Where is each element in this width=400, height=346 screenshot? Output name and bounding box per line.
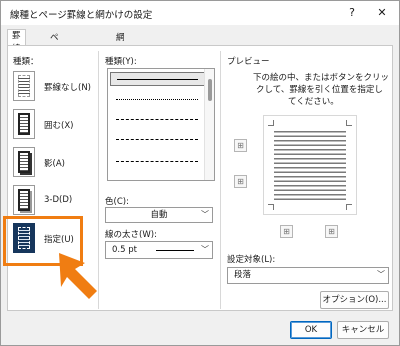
apply-to-select[interactable]: 段落 ﹀ <box>227 267 389 284</box>
box-border-icon[interactable] <box>13 109 35 139</box>
line-style-dashed[interactable] <box>116 119 198 120</box>
tab-borders[interactable]: 罫線 <box>7 29 26 54</box>
preview-instruction-2: クして、罫線を引く位置を指定し <box>256 85 383 95</box>
width-label: 線の太さ(W): <box>105 230 157 240</box>
line-style-dash-dot[interactable] <box>116 139 198 140</box>
left-border-button[interactable]: ⊞ <box>280 225 293 238</box>
tab-page-border[interactable]: ページ罫線 <box>45 31 64 95</box>
setting-shadow-label[interactable]: 影(A) <box>44 157 65 169</box>
preview-instruction-3: てください。 <box>288 97 339 107</box>
width-value: 0.5 pt <box>112 245 137 255</box>
style-heading: 種類(Y): <box>105 57 137 67</box>
right-border-button[interactable]: ⊞ <box>325 225 338 238</box>
chevron-down-icon: ﹀ <box>377 270 385 279</box>
shadow-border-icon[interactable] <box>13 147 35 177</box>
corner-mark <box>346 204 352 210</box>
line-style-dotted[interactable] <box>116 99 198 100</box>
preview-text-lines <box>274 128 346 202</box>
setting-box-label[interactable]: 囲む(X) <box>44 119 73 131</box>
options-button[interactable]: オプション(O)... <box>320 291 389 309</box>
color-label: 色(C): <box>105 197 129 207</box>
no-border-icon[interactable] <box>13 71 35 101</box>
corner-mark <box>268 204 274 210</box>
apply-to-value: 段落 <box>234 270 252 280</box>
color-select[interactable]: 自動 ﹀ <box>105 207 213 223</box>
scrollbar-thumb[interactable] <box>208 79 212 101</box>
line-style-dash-dot-dot[interactable] <box>116 161 198 162</box>
top-border-button[interactable]: ⊞ <box>234 139 247 152</box>
ok-button[interactable]: OK <box>290 321 332 339</box>
width-select[interactable]: 0.5 pt ﹀ <box>105 241 213 259</box>
width-line-sample <box>156 250 194 251</box>
chevron-down-icon: ﹀ <box>201 210 209 219</box>
setting-3d-label[interactable]: 3-D(D) <box>44 195 72 205</box>
bottom-border-button[interactable]: ⊞ <box>234 175 247 188</box>
corner-mark <box>268 120 274 126</box>
setting-heading: 種類： <box>13 57 39 67</box>
style-scrollbar[interactable] <box>204 69 214 180</box>
help-button[interactable]: ? <box>337 1 367 25</box>
preview-heading: プレビュー <box>227 57 270 67</box>
line-style-list[interactable] <box>107 68 215 181</box>
preview-area[interactable] <box>263 115 357 215</box>
cancel-button[interactable]: キャンセル <box>337 321 389 339</box>
corner-mark <box>346 120 352 126</box>
chevron-down-icon: ﹀ <box>201 245 209 254</box>
preview-instruction-1: 下の絵の中、またはボタンをクリッ <box>253 73 390 83</box>
column-divider <box>98 51 99 309</box>
line-style-solid[interactable] <box>110 72 205 86</box>
setting-none-label[interactable]: 罫線なし(N) <box>44 81 91 93</box>
color-value: 自動 <box>150 210 168 220</box>
three-d-border-icon[interactable] <box>13 185 35 215</box>
pointer-arrow-icon <box>59 253 97 299</box>
close-button[interactable]: ✕ <box>367 1 397 25</box>
apply-to-label: 設定対象(L): <box>227 255 276 265</box>
dialog-title: 線種とページ罫線と網かけの設定 <box>10 10 153 21</box>
tab-shading[interactable]: 網かけ <box>111 31 130 69</box>
column-divider <box>220 51 221 309</box>
title-bar: 線種とページ罫線と網かけの設定 ? ✕ <box>1 1 399 25</box>
dialog-window: 線種とページ罫線と網かけの設定 ? ✕ 罫線 ページ罫線 網かけ 種類： 罫線な… <box>0 0 400 346</box>
